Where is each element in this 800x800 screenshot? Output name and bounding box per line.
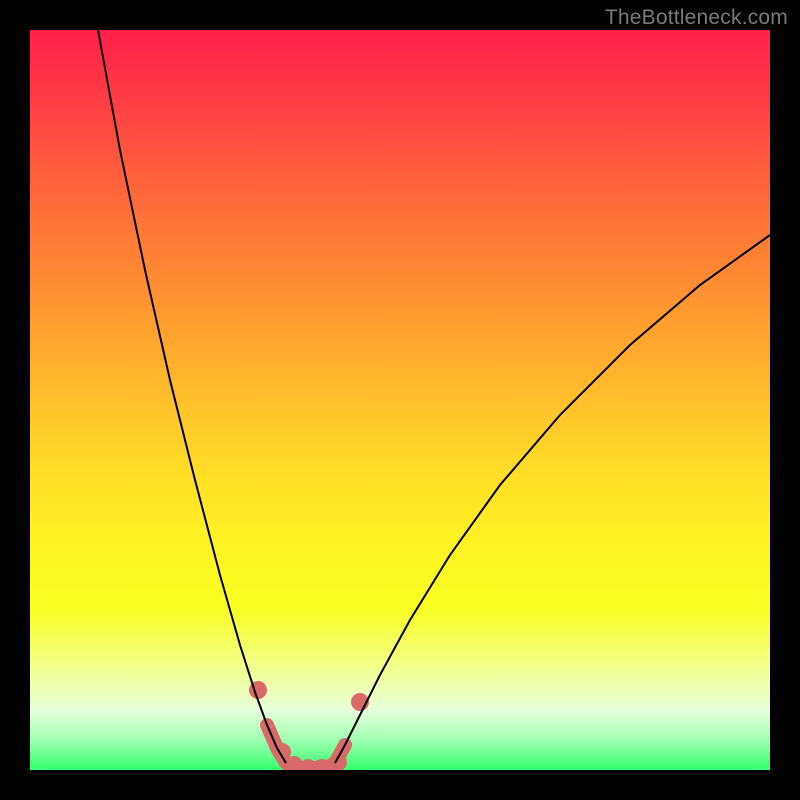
watermark-text: TheBottleneck.com — [605, 6, 788, 30]
series-curve-left — [98, 30, 286, 763]
chart-frame: TheBottleneck.com — [0, 0, 800, 800]
curve-left-path — [98, 30, 286, 763]
curves-svg — [30, 30, 770, 770]
plot-area — [30, 30, 770, 770]
series-curve-right — [335, 235, 770, 763]
curve-right-path — [335, 235, 770, 763]
